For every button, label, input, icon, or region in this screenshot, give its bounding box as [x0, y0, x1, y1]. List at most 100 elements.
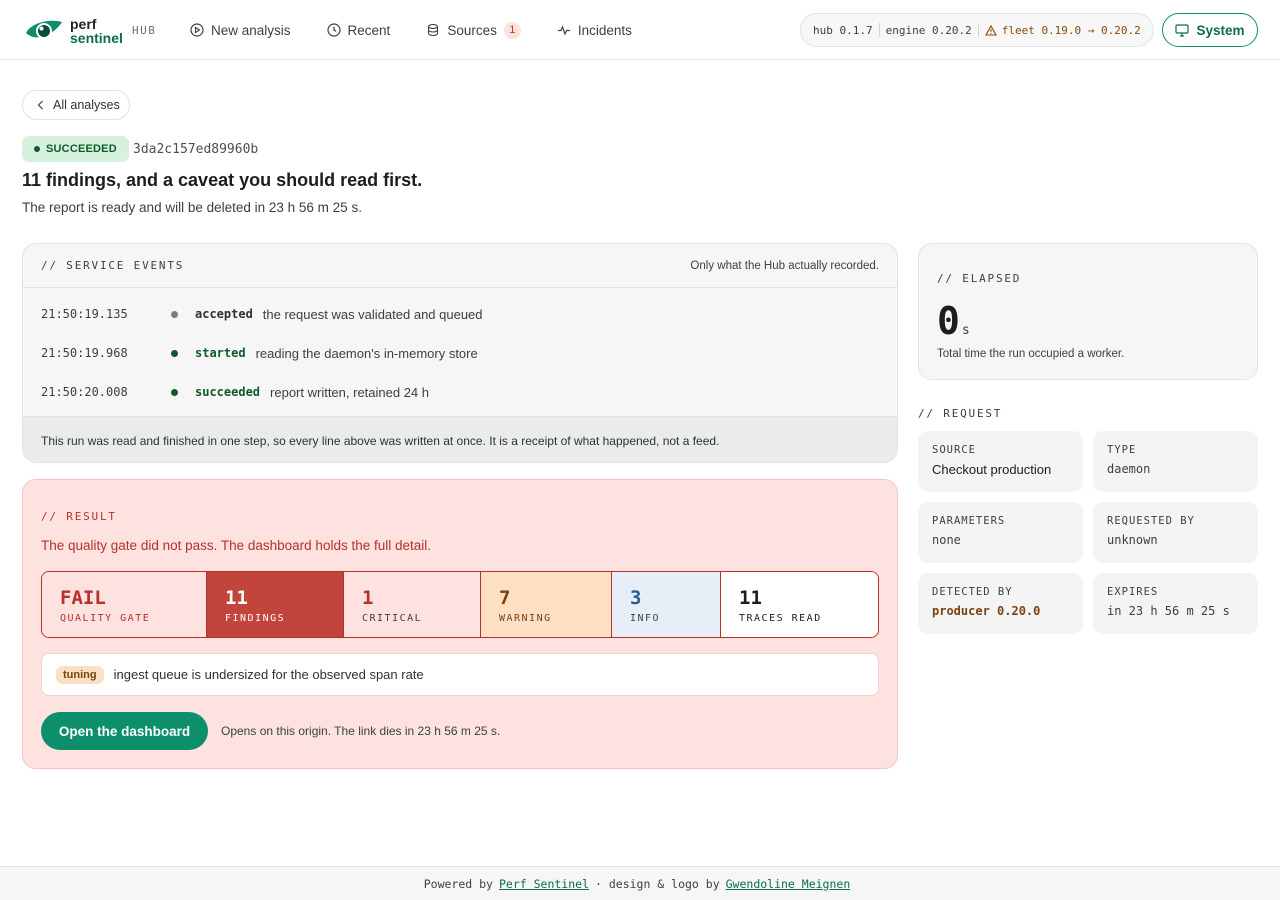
nav-incidents-label: Incidents [577, 22, 632, 38]
stat-critical: 1 CRITICAL [344, 572, 481, 637]
finding-item: tuning ingest queue is undersized for th… [41, 653, 879, 696]
finding-text: ingest queue is undersized for the obser… [113, 667, 424, 682]
elapsed-value: 0 s [937, 299, 970, 343]
result-card: // RESULT The quality gate did not pass.… [22, 479, 898, 769]
elapsed-unit: s [961, 323, 970, 338]
event-dot [171, 310, 178, 318]
stat-findings: 11 FINDINGS [207, 572, 344, 637]
eye-logo-icon [24, 16, 64, 46]
page-title: 11 findings, and a caveat you should rea… [22, 170, 423, 190]
system-button-label: System [1196, 22, 1245, 38]
request-key: TYPE [1107, 444, 1137, 456]
open-dashboard-button[interactable]: Open the dashboard [41, 712, 208, 750]
request-value: unknown [1107, 533, 1158, 547]
footer-middle: · design & logo by [595, 876, 720, 891]
system-button[interactable]: System [1162, 13, 1258, 47]
nav-sources[interactable]: Sources 1 [426, 18, 521, 42]
stat-label: WARNING [499, 613, 552, 624]
event-description: reading the daemon's in-memory store [255, 345, 478, 361]
elapsed-number: 0 [937, 299, 960, 343]
all-analyses-back-button[interactable]: All analyses [22, 90, 130, 120]
monitor-icon [1175, 23, 1190, 37]
chevron-left-icon [37, 100, 43, 110]
event-row: 21:50:20.008 succeeded report written, r… [41, 382, 429, 402]
back-button-label: All analyses [53, 98, 120, 112]
dashboard-note: Opens on this origin. The link dies in 2… [221, 724, 501, 738]
hub-label: HUB [132, 24, 157, 37]
stat-label: FINDINGS [225, 613, 286, 624]
status-text: SUCCEEDED [46, 143, 117, 155]
stat-quality-gate: FAIL QUALITY GATE [42, 572, 207, 637]
event-description: report written, retained 24 h [270, 384, 430, 400]
fleet-version-warning: fleet 0.19.0 → 0.20.2 [984, 23, 1141, 37]
run-id: 3da2c157ed89960b [133, 142, 259, 157]
status-dot [34, 146, 40, 152]
service-events-footer: This run was read and finished in one st… [23, 416, 897, 462]
result-stats: FAIL QUALITY GATE 11 FINDINGS 1 CRITICAL… [41, 571, 879, 638]
stat-info: 3 INFO [612, 572, 721, 637]
event-dot [171, 349, 178, 357]
nav-recent[interactable]: Recent [326, 18, 391, 42]
page-footer: Powered by Perf Sentinel · design & logo… [0, 866, 1280, 900]
stat-label: INFO [630, 613, 661, 624]
stat-value: 1 [362, 587, 374, 609]
nav-sources-label: Sources [447, 22, 497, 38]
stat-value: 11 [225, 587, 248, 609]
result-message: The quality gate did not pass. The dashb… [41, 538, 432, 553]
footer-prefix: Powered by [423, 876, 493, 891]
stat-label: CRITICAL [362, 613, 423, 624]
play-circle-icon [190, 23, 204, 37]
request-key: SOURCE [932, 444, 976, 456]
stat-value: 11 [739, 587, 762, 609]
logo-text-sentinel: sentinel [70, 30, 123, 46]
request-source-tile: SOURCE Checkout production [918, 431, 1083, 492]
event-time: 21:50:19.968 [41, 346, 128, 360]
nav-recent-label: Recent [347, 22, 391, 38]
request-value: daemon [1107, 462, 1151, 476]
request-key: PARAMETERS [932, 515, 1006, 527]
elapsed-label: // ELAPSED [937, 272, 1022, 285]
event-row: 21:50:19.968 started reading the daemon'… [41, 343, 478, 363]
version-pill[interactable]: hub 0.1.7 engine 0.20.2 fleet 0.19.0 → 0… [800, 13, 1154, 47]
request-value: Checkout production [932, 462, 1052, 477]
request-value: none [932, 533, 961, 547]
engine-version: engine 0.20.2 [885, 23, 972, 37]
logo-text-perf: perf [70, 16, 97, 32]
service-events-label: // SERVICE EVENTS [41, 259, 185, 272]
designer-link[interactable]: Gwendoline Meignen [726, 877, 851, 891]
event-row: 21:50:19.135 accepted the request was va… [41, 304, 483, 324]
service-events-note: Only what the Hub actually recorded. [690, 259, 879, 272]
status-badge: SUCCEEDED [22, 136, 129, 162]
request-detected-by-tile: DETECTED BY producer 0.20.0 [918, 573, 1083, 634]
sources-count-badge: 1 [503, 21, 521, 39]
request-key: REQUESTED BY [1107, 515, 1195, 527]
app-logo[interactable]: perf sentinel [24, 16, 123, 46]
event-kind: accepted [195, 307, 253, 321]
stat-value: 7 [499, 587, 511, 609]
event-kind: started [195, 346, 246, 360]
stat-warning: 7 WARNING [481, 572, 612, 637]
stat-value: 3 [630, 587, 642, 609]
nav-new-analysis[interactable]: New analysis [190, 18, 291, 42]
fleet-version: fleet 0.19.0 → 0.20.2 [1001, 23, 1141, 37]
top-bar: perf sentinel HUB New analysis Recent So… [0, 0, 1280, 60]
stat-value: FAIL [60, 587, 106, 609]
perf-sentinel-link[interactable]: Perf Sentinel [499, 877, 589, 891]
finding-tag: tuning [56, 665, 104, 684]
nav-new-analysis-label: New analysis [211, 22, 291, 38]
activity-icon [557, 25, 570, 36]
elapsed-description: Total time the run occupied a worker. [937, 348, 1125, 360]
request-expires-tile: EXPIRES in 23 h 56 m 25 s [1093, 573, 1258, 634]
service-events-card: // SERVICE EVENTS Only what the Hub actu… [22, 243, 898, 463]
nav-incidents[interactable]: Incidents [557, 18, 632, 42]
result-label: // RESULT [41, 510, 117, 523]
version-divider [878, 23, 880, 37]
request-label: // REQUEST [918, 407, 1003, 420]
request-value: producer 0.20.0 [932, 604, 1041, 618]
warning-triangle-icon [984, 24, 997, 36]
version-divider [977, 23, 979, 37]
event-kind: succeeded [195, 385, 261, 399]
request-requested-by-tile: REQUESTED BY unknown [1093, 502, 1258, 563]
database-icon [428, 23, 439, 37]
request-key: EXPIRES [1107, 586, 1159, 598]
